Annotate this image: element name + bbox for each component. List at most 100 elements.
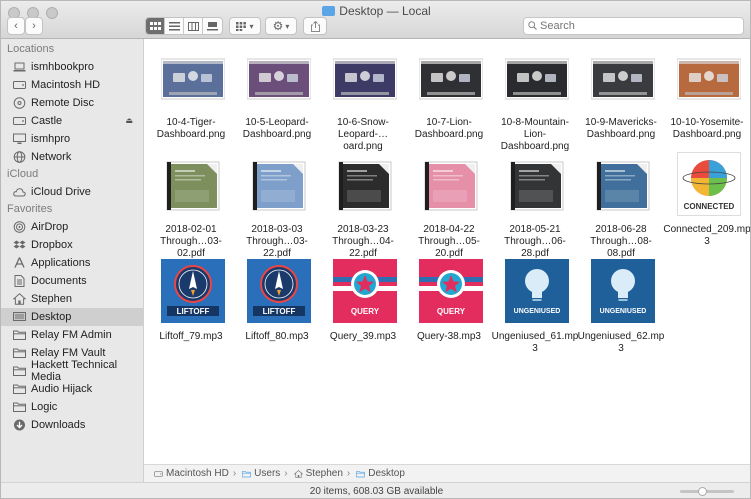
sidebar-item-label: Documents — [31, 275, 87, 287]
file-name-line: Liftoff_79.mp3 — [159, 331, 223, 342]
hard-drive-icon — [154, 470, 163, 477]
arrange-button[interactable]: ▾ — [229, 17, 261, 35]
sidebar-item-downloads[interactable]: Downloads — [1, 416, 143, 434]
pdf-thumbnail — [247, 160, 311, 212]
file-name-line: 10-8-Mountain- — [501, 117, 569, 128]
search-field[interactable] — [523, 17, 744, 35]
file-name-label: 2018-02-01 Through…03-02.pdf — [147, 224, 235, 260]
file-name-line: 2018-04-22 — [423, 224, 475, 235]
eject-icon[interactable]: ⏏ — [125, 116, 133, 125]
display-icon — [13, 133, 26, 145]
file-name-line: Through…04-22.pdf — [332, 236, 394, 259]
airdrop-icon — [13, 221, 26, 233]
file-name-line: 3 — [618, 343, 624, 354]
svg-text:LIFTOFF: LIFTOFF — [263, 307, 296, 316]
podcast-artwork: UNGENIUSED — [505, 259, 569, 323]
svg-text:UNGENIUSED: UNGENIUSED — [600, 308, 647, 315]
path-segment-label: Users — [254, 468, 281, 479]
file-name-line: Dashboard.png — [672, 129, 742, 140]
gallery-view-button[interactable] — [203, 18, 222, 34]
home-icon — [293, 469, 303, 478]
file-name-label: Connected_209.mp 3 — [663, 224, 750, 248]
sidebar-item-ismhbookpro[interactable]: ismhbookpro — [1, 58, 143, 76]
sidebar-item-icloud-drive[interactable]: iCloud Drive — [1, 183, 143, 201]
list-view-button[interactable] — [165, 18, 184, 34]
disc-icon — [13, 97, 26, 109]
sidebar-item-documents[interactable]: Documents — [1, 272, 143, 290]
pdf-thumbnail — [591, 160, 655, 212]
view-mode-control[interactable] — [145, 17, 223, 35]
folder-icon — [356, 470, 366, 477]
podcast-artwork: UNGENIUSED — [591, 259, 655, 323]
file-name-line: 2018-05-21 — [509, 224, 561, 235]
podcast-artwork: LIFTOFF — [161, 259, 225, 323]
sidebar-item-desktop[interactable]: Desktop — [1, 308, 143, 326]
sidebar-item-ismhpro[interactable]: ismhpro — [1, 130, 143, 148]
sidebar-item-relay-fm-admin[interactable]: Relay FM Admin — [1, 326, 143, 344]
status-bar: 20 items, 608.03 GB available — [1, 482, 750, 498]
path-segment-macintosh-hd[interactable]: Macintosh HD — [152, 468, 229, 479]
action-button[interactable]: ⚙ ▾ — [265, 17, 297, 35]
search-input[interactable] — [540, 19, 735, 33]
sidebar-item-applications[interactable]: Applications — [1, 254, 143, 272]
sidebar-item-castle[interactable]: Castle ⏏ — [1, 112, 143, 130]
file-name-label: 2018-06-28 Through…08-08.pdf — [577, 224, 665, 260]
sidebar: Locations ismhbookpro Macintosh HD Remote D… — [1, 39, 144, 498]
file-name-line: 10-6-Snow- — [337, 117, 389, 128]
sidebar-item-label: Logic — [31, 401, 58, 413]
hard-drive-icon — [13, 115, 26, 127]
svg-text:LIFTOFF: LIFTOFF — [177, 307, 210, 316]
path-segment-desktop[interactable]: Desktop — [354, 468, 405, 479]
folder-icon — [13, 401, 26, 413]
file-name-label: 2018-05-21 Through…06-28.pdf — [491, 224, 579, 260]
icon-view-button[interactable] — [146, 18, 165, 34]
file-name-line: 2018-03-23 — [337, 224, 389, 235]
home-icon — [13, 293, 26, 305]
icon-size-slider-knob[interactable] — [698, 487, 707, 496]
sidebar-item-label: Stephen — [31, 293, 72, 305]
path-segment-label: Desktop — [368, 468, 405, 479]
sidebar-section-icloud: iCloud — [7, 168, 39, 180]
folder-icon — [242, 470, 251, 477]
file-name-line: 3 — [532, 343, 538, 354]
file-name-label: Query_39.mp3 — [319, 331, 407, 343]
share-button[interactable] — [303, 17, 327, 35]
image-thumbnail — [418, 53, 484, 105]
file-name-line: Dashboard.png — [242, 129, 312, 140]
file-name-line: Leopard-…oard.png — [337, 129, 389, 152]
pdf-thumbnail — [333, 160, 397, 212]
path-segment-label: Macintosh HD — [166, 468, 229, 479]
forward-button[interactable]: › — [25, 17, 43, 35]
sidebar-item-label: iCloud Drive — [31, 186, 91, 198]
sidebar-item-label: ismhbookpro — [31, 61, 94, 73]
sidebar-item-macintosh-hd[interactable]: Macintosh HD — [1, 76, 143, 94]
icon-size-slider[interactable] — [680, 487, 734, 496]
sidebar-item-label: Desktop — [31, 311, 72, 323]
folder-icon — [13, 365, 26, 377]
sidebar-item-airdrop[interactable]: AirDrop — [1, 218, 143, 236]
sidebar-item-remote-disc[interactable]: Remote Disc — [1, 94, 143, 112]
sidebar-item-network[interactable]: Network — [1, 148, 143, 166]
back-button[interactable]: ‹ — [7, 17, 25, 35]
list-view-icon — [168, 21, 180, 30]
file-name-line: Lion-Dashboard.png — [500, 129, 570, 152]
status-text: 20 items, 608.03 GB available — [309, 486, 444, 497]
path-segment-users[interactable]: Users — [240, 468, 280, 479]
sidebar-item-label: Relay FM Admin — [31, 329, 112, 341]
path-segment-stephen[interactable]: Stephen — [292, 468, 343, 479]
image-thumbnail — [160, 53, 226, 105]
sidebar-item-audio-hijack[interactable]: Audio Hijack — [1, 380, 143, 398]
sidebar-item-stephen[interactable]: Stephen — [1, 290, 143, 308]
file-name-line: Liftoff_80.mp3 — [245, 331, 309, 342]
column-view-button[interactable] — [184, 18, 203, 34]
sidebar-item-logic[interactable]: Logic — [1, 398, 143, 416]
column-view-icon — [187, 21, 199, 31]
sidebar-item-dropbox[interactable]: Dropbox — [1, 236, 143, 254]
file-name-label: 10-6-Snow- Leopard-…oard.png — [319, 117, 407, 153]
file-name-label: 10-10-Yosemite- Dashboard.png — [663, 117, 750, 141]
sidebar-item-hackett-technical-media[interactable]: Hackett Technical Media — [1, 359, 143, 383]
sidebar-item-label: Audio Hijack — [31, 383, 93, 395]
sidebar-item-label: Network — [31, 151, 72, 163]
share-icon — [310, 20, 320, 32]
file-name-line: 10-9-Mavericks- — [585, 117, 657, 128]
